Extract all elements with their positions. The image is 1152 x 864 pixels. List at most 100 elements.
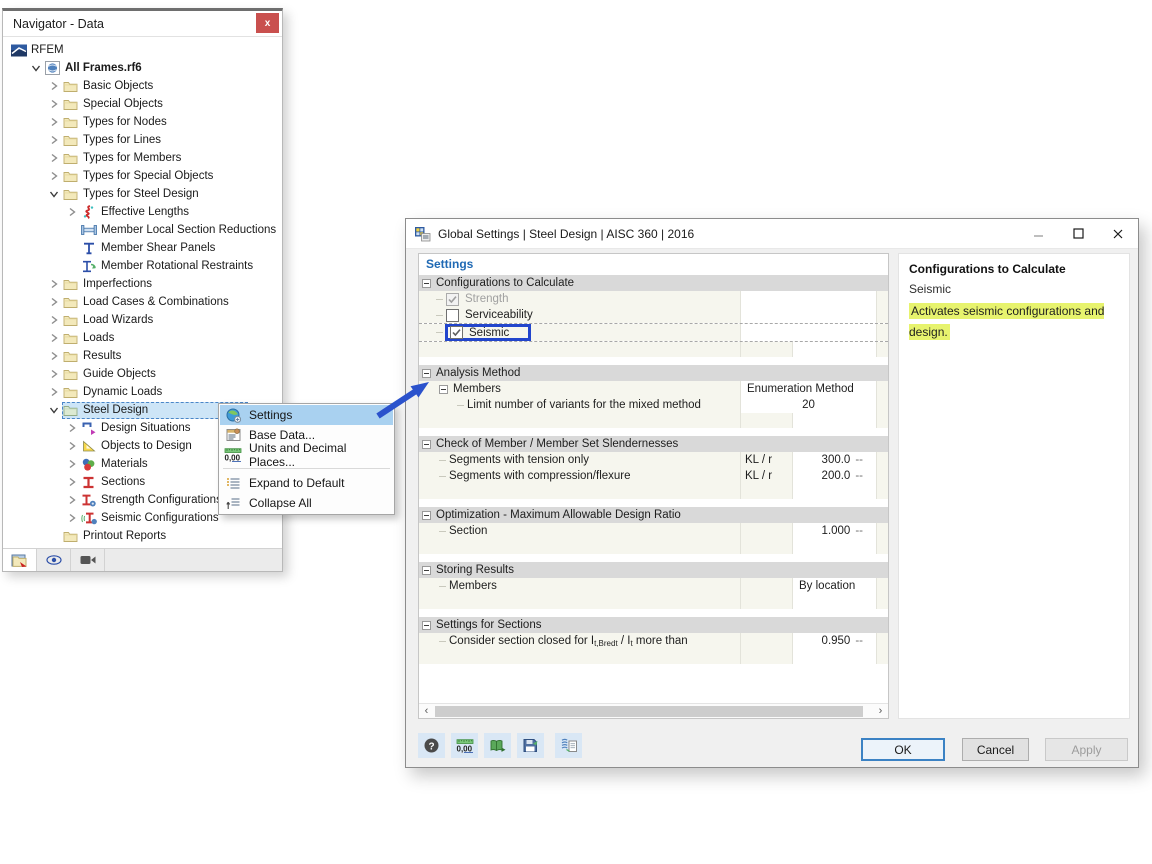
- minimize-button[interactable]: [1018, 219, 1058, 248]
- navigator-tab-views[interactable]: [37, 549, 71, 571]
- tree-item-body[interactable]: Imperfections: [62, 276, 158, 293]
- settings-group-storing-results[interactable]: Storing Results: [419, 562, 888, 578]
- scroll-right-icon[interactable]: ›: [873, 705, 888, 718]
- tree-item-body[interactable]: Printout Reports: [62, 528, 172, 545]
- navigator-tab-data-navigator[interactable]: [3, 549, 37, 571]
- tree-item-member-shear-panels[interactable]: Member Shear Panels: [3, 239, 282, 257]
- chevron-right-icon[interactable]: [46, 78, 62, 94]
- scrollbar-track[interactable]: [434, 705, 873, 718]
- checkbox-strength[interactable]: [446, 292, 459, 306]
- chevron-right-icon[interactable]: [46, 276, 62, 292]
- tree-item-dynamic-loads[interactable]: Dynamic Loads: [3, 383, 282, 401]
- settings-group-configurations-to-calculate[interactable]: Configurations to Calculate: [419, 275, 888, 291]
- menu-item-collapse-all[interactable]: Collapse All: [220, 493, 393, 513]
- chevron-right-icon[interactable]: [64, 204, 80, 220]
- tree-item-body[interactable]: Design Situations: [80, 420, 197, 437]
- menu-item-expand-to-default[interactable]: Expand to Default: [220, 473, 393, 493]
- tree-item-all-frames-rf6[interactable]: All Frames.rf6: [3, 59, 282, 77]
- navigator-titlebar[interactable]: Navigator - Data x: [3, 11, 282, 37]
- collapse-expander-icon[interactable]: [422, 620, 431, 630]
- value-cell[interactable]: 20: [740, 397, 876, 413]
- chevron-right-icon[interactable]: [64, 420, 80, 436]
- chevron-right-icon[interactable]: [64, 438, 80, 454]
- chevron-down-icon[interactable]: [46, 402, 62, 418]
- tree-item-imperfections[interactable]: Imperfections: [3, 275, 282, 293]
- tree-item-types-for-special-objects[interactable]: Types for Special Objects: [3, 167, 282, 185]
- tree-item-body[interactable]: Strength Configurations: [80, 492, 228, 509]
- horizontal-scrollbar[interactable]: ‹ ›: [419, 703, 888, 718]
- tree-item-results[interactable]: Results: [3, 347, 282, 365]
- chevron-right-icon[interactable]: [46, 96, 62, 112]
- menu-item-units-and-decimal-places[interactable]: 0,00 Units and Decimal Places...: [220, 441, 393, 469]
- value-cell[interactable]: 1.000 --: [792, 523, 876, 539]
- navigator-tab-display[interactable]: [71, 549, 105, 571]
- tree-item-body[interactable]: Load Wizards: [62, 312, 159, 329]
- collapse-expander-icon[interactable]: [422, 565, 431, 575]
- value-cell[interactable]: By location: [792, 578, 876, 594]
- save-button[interactable]: [517, 733, 544, 758]
- tree-item-body[interactable]: Types for Steel Design: [62, 186, 205, 203]
- tree-item-body[interactable]: Member Local Section Reductions: [80, 222, 282, 239]
- tree-item-body[interactable]: Load Cases & Combinations: [62, 294, 235, 311]
- tree-item-body[interactable]: Effective Lengths: [80, 204, 195, 221]
- chevron-right-icon[interactable]: [46, 132, 62, 148]
- tree-item-member-rotational-restraints[interactable]: Member Rotational Restraints: [3, 257, 282, 275]
- tree-item-body[interactable]: All Frames.rf6: [44, 60, 148, 77]
- tree-item-body[interactable]: Results: [62, 348, 127, 365]
- chevron-right-icon[interactable]: [64, 510, 80, 526]
- chevron-right-icon[interactable]: [46, 330, 62, 346]
- close-icon[interactable]: x: [256, 13, 279, 33]
- tree-item-rfem[interactable]: RFEM: [3, 41, 282, 59]
- units-button[interactable]: 0,00: [451, 733, 478, 758]
- chevron-right-icon[interactable]: [46, 348, 62, 364]
- chevron-right-icon[interactable]: [46, 312, 62, 328]
- tree-item-load-cases-combinations[interactable]: Load Cases & Combinations: [3, 293, 282, 311]
- tree-item-types-for-steel-design[interactable]: Types for Steel Design: [3, 185, 282, 203]
- tree-item-types-for-nodes[interactable]: Types for Nodes: [3, 113, 282, 131]
- chevron-right-icon[interactable]: [46, 366, 62, 382]
- close-button[interactable]: [1098, 219, 1138, 248]
- settings-group-check-of-member-member-set-slendernesses[interactable]: Check of Member / Member Set Slenderness…: [419, 436, 888, 452]
- tree-item-body[interactable]: Types for Members: [62, 150, 187, 167]
- chevron-right-icon[interactable]: [64, 456, 80, 472]
- dialog-titlebar[interactable]: Global Settings | Steel Design | AISC 36…: [406, 219, 1138, 249]
- tree-item-load-wizards[interactable]: Load Wizards: [3, 311, 282, 329]
- tree-item-types-for-lines[interactable]: Types for Lines: [3, 131, 282, 149]
- tree-item-basic-objects[interactable]: Basic Objects: [3, 77, 282, 95]
- tree-item-printout-reports[interactable]: Printout Reports: [3, 527, 282, 545]
- collapse-expander-icon[interactable]: [422, 368, 431, 378]
- tree-item-effective-lengths[interactable]: Effective Lengths: [3, 203, 282, 221]
- cancel-button[interactable]: Cancel: [962, 738, 1029, 761]
- scroll-left-icon[interactable]: ‹: [419, 705, 434, 718]
- chevron-right-icon[interactable]: [46, 294, 62, 310]
- tree-item-body[interactable]: RFEM: [10, 42, 70, 59]
- help-button[interactable]: ?: [418, 733, 445, 758]
- chevron-right-icon[interactable]: [46, 384, 62, 400]
- tree-item-body[interactable]: Guide Objects: [62, 366, 162, 383]
- tree-item-body[interactable]: Types for Nodes: [62, 114, 173, 131]
- copy-settings-button[interactable]: [555, 733, 582, 758]
- value-cell[interactable]: 0.950 --: [792, 633, 876, 649]
- tree-item-body[interactable]: Member Rotational Restraints: [80, 258, 259, 275]
- tree-item-body[interactable]: Objects to Design: [80, 438, 198, 455]
- tree-item-member-local-section-reductions[interactable]: Member Local Section Reductions: [3, 221, 282, 239]
- tree-item-body[interactable]: Member Shear Panels: [80, 240, 221, 257]
- tree-item-types-for-members[interactable]: Types for Members: [3, 149, 282, 167]
- tree-item-body[interactable]: Seismic Configurations: [80, 510, 225, 527]
- chevron-down-icon[interactable]: [46, 186, 62, 202]
- book-export-button[interactable]: [484, 733, 511, 758]
- chevron-right-icon[interactable]: [46, 150, 62, 166]
- ok-button[interactable]: OK: [861, 738, 945, 761]
- collapse-expander-icon[interactable]: [422, 510, 431, 520]
- collapse-expander-icon[interactable]: [422, 278, 431, 288]
- settings-group-optimization-maximum-allowable-design-ratio[interactable]: Optimization - Maximum Allowable Design …: [419, 507, 888, 523]
- tree-item-body[interactable]: Sections: [80, 474, 151, 491]
- chevron-right-icon[interactable]: [64, 492, 80, 508]
- tree-item-body[interactable]: Loads: [62, 330, 120, 347]
- tree-item-body[interactable]: Dynamic Loads: [62, 384, 168, 401]
- checkbox-serviceability[interactable]: [446, 308, 459, 322]
- checkbox-seismic[interactable]: [450, 326, 463, 339]
- tree-item-special-objects[interactable]: Special Objects: [3, 95, 282, 113]
- chevron-right-icon[interactable]: [64, 474, 80, 490]
- tree-item-body[interactable]: Basic Objects: [62, 78, 159, 95]
